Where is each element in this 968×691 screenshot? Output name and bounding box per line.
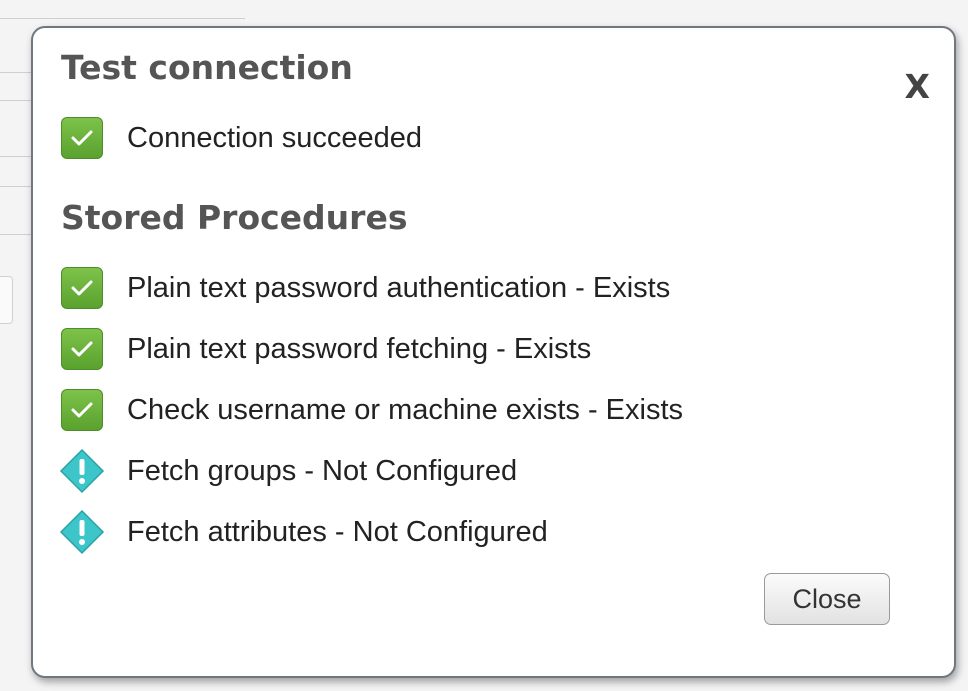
check-icon [61, 389, 103, 431]
dialog-title: Test connection [61, 48, 353, 87]
background-divider [0, 100, 31, 101]
procedure-row: Check username or machine exists - Exist… [61, 387, 683, 433]
background-divider [0, 234, 31, 235]
check-icon [61, 117, 103, 159]
connection-status-row: Connection succeeded [61, 115, 422, 161]
check-icon [61, 328, 103, 370]
procedure-label: Fetch attributes - Not Configured [127, 515, 548, 548]
stored-procedures-heading: Stored Procedures [61, 198, 408, 237]
procedure-row: Fetch groups - Not Configured [59, 448, 518, 494]
background-field [0, 276, 13, 324]
background-divider [0, 156, 31, 157]
close-button[interactable]: Close [764, 573, 890, 625]
background-divider [0, 18, 245, 19]
procedure-row: Plain text password fetching - Exists [61, 326, 591, 372]
procedure-row: Fetch attributes - Not Configured [59, 509, 548, 555]
background-divider [0, 186, 31, 187]
procedure-label: Check username or machine exists - Exist… [127, 393, 684, 426]
background-divider [0, 72, 31, 73]
test-connection-dialog: Test connection X Connection succeeded S… [31, 26, 956, 678]
procedure-label: Plain text password fetching - Exists [127, 332, 592, 365]
procedure-row: Plain text password authentication - Exi… [61, 265, 670, 311]
warning-icon [59, 509, 105, 555]
procedure-label: Plain text password authentication - Exi… [127, 271, 671, 304]
procedure-label: Fetch groups - Not Configured [127, 454, 518, 487]
warning-icon [59, 448, 105, 494]
close-x-button[interactable]: X [905, 70, 930, 103]
check-icon [61, 267, 103, 309]
connection-status-label: Connection succeeded [127, 121, 423, 154]
